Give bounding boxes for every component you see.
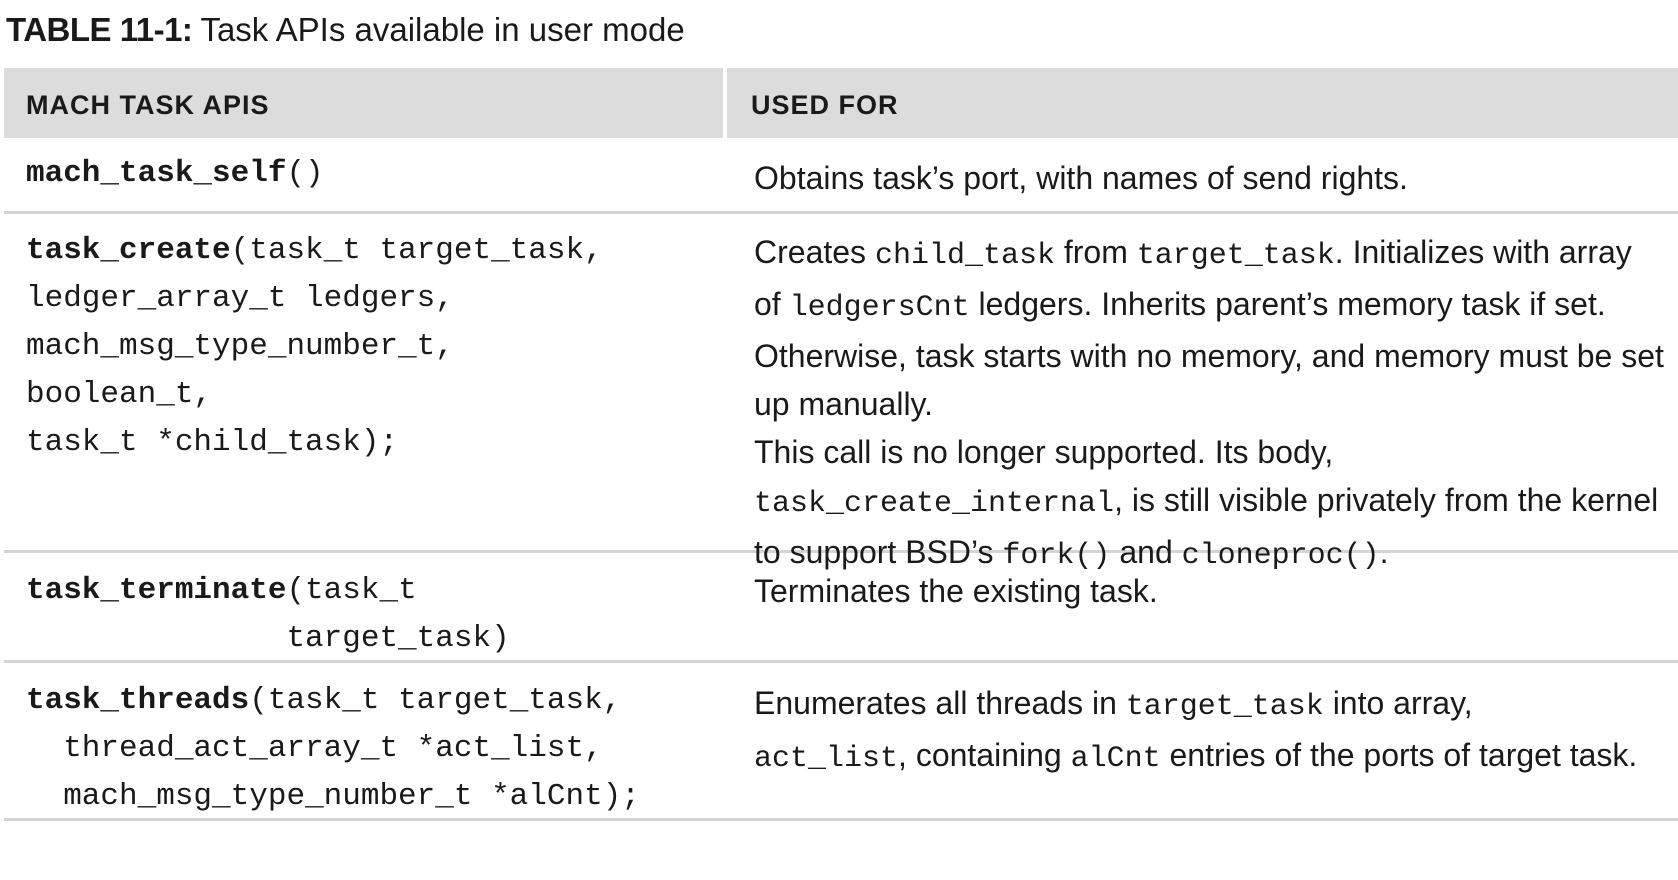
header-cell-used-for: USED FOR [727, 68, 1678, 138]
api-description-cell: Creates child_task from target_task. Ini… [727, 214, 1678, 573]
description-text: , containing [898, 737, 1062, 773]
api-signature-cell: task_terminate(task_t target_task) [4, 553, 727, 660]
description-text: Enumerates all threads in [754, 685, 1117, 721]
description-text: from [1063, 234, 1128, 270]
code-term: ledgersCnt [789, 291, 970, 325]
api-function-name: task_create [26, 233, 231, 268]
table-header-row: MACH TASK APIS USED FOR [4, 68, 1678, 138]
api-function-name: task_threads [26, 683, 250, 718]
header-label-api: MACH TASK APIS [26, 89, 270, 120]
api-description-cell: Obtains task’s port, with names of send … [727, 138, 1678, 211]
table-row: task_terminate(task_t target_task) Termi… [4, 553, 1678, 663]
api-description-cell: Terminates the existing task. [727, 553, 1678, 660]
table-title: Task APIs available in user mode [200, 11, 685, 48]
task-api-table: MACH TASK APIS USED FOR mach_task_self()… [4, 68, 1678, 821]
api-args-line: target_task) [26, 621, 510, 656]
api-args-line: mach_msg_type_number_t, [26, 329, 454, 364]
api-args-line: (task_t target_task, [230, 233, 603, 268]
header-cell-api: MACH TASK APIS [4, 68, 727, 138]
api-function-name: mach_task_self [26, 156, 287, 191]
code-term: act_list [754, 742, 899, 776]
table-row: mach_task_self() Obtains task’s port, wi… [4, 138, 1678, 214]
api-args-line: task_t *child_task); [26, 425, 399, 460]
description-text: Obtains task’s port, with names of send … [754, 160, 1408, 196]
description-text: Creates [754, 234, 867, 270]
api-args-line: () [286, 156, 324, 191]
table-caption: TABLE 11-1: Task APIs available in user m… [6, 8, 685, 52]
api-signature-cell: mach_task_self() [4, 138, 727, 211]
api-signature-cell: task_create(task_t target_task, ledger_a… [4, 214, 727, 550]
api-args-line: thread_act_array_t *act_list, [26, 731, 603, 766]
api-args-line: (task_t target_task, [249, 683, 622, 718]
api-signature-cell: task_threads(task_t target_task, thread_… [4, 663, 727, 818]
code-term: target_task [1125, 690, 1324, 724]
api-args-line: ledger_array_t ledgers, [26, 281, 454, 316]
code-term: task_create_internal [754, 487, 1115, 521]
api-args-line: (task_t [286, 573, 417, 608]
api-function-name: task_terminate [26, 573, 287, 608]
api-args-line: boolean_t, [26, 377, 213, 412]
code-term: child_task [874, 239, 1055, 273]
description-text: entries of the ports of target task. [1169, 737, 1638, 773]
description-text: Terminates the existing task. [754, 573, 1158, 609]
api-description-cell: Enumerates all threads in target_task in… [727, 663, 1678, 818]
description-text: into array, [1332, 685, 1473, 721]
header-label-used-for: USED FOR [751, 89, 899, 120]
table-number-label: TABLE 11-1: [6, 11, 193, 48]
code-term: alCnt [1070, 742, 1161, 776]
table-row: task_create(task_t target_task, ledger_a… [4, 214, 1678, 573]
code-term: target_task [1136, 239, 1335, 273]
api-args-line: mach_msg_type_number_t *alCnt); [26, 779, 640, 814]
table-row: task_threads(task_t target_task, thread_… [4, 663, 1678, 821]
description-text: This call is no longer supported. Its bo… [754, 434, 1334, 470]
